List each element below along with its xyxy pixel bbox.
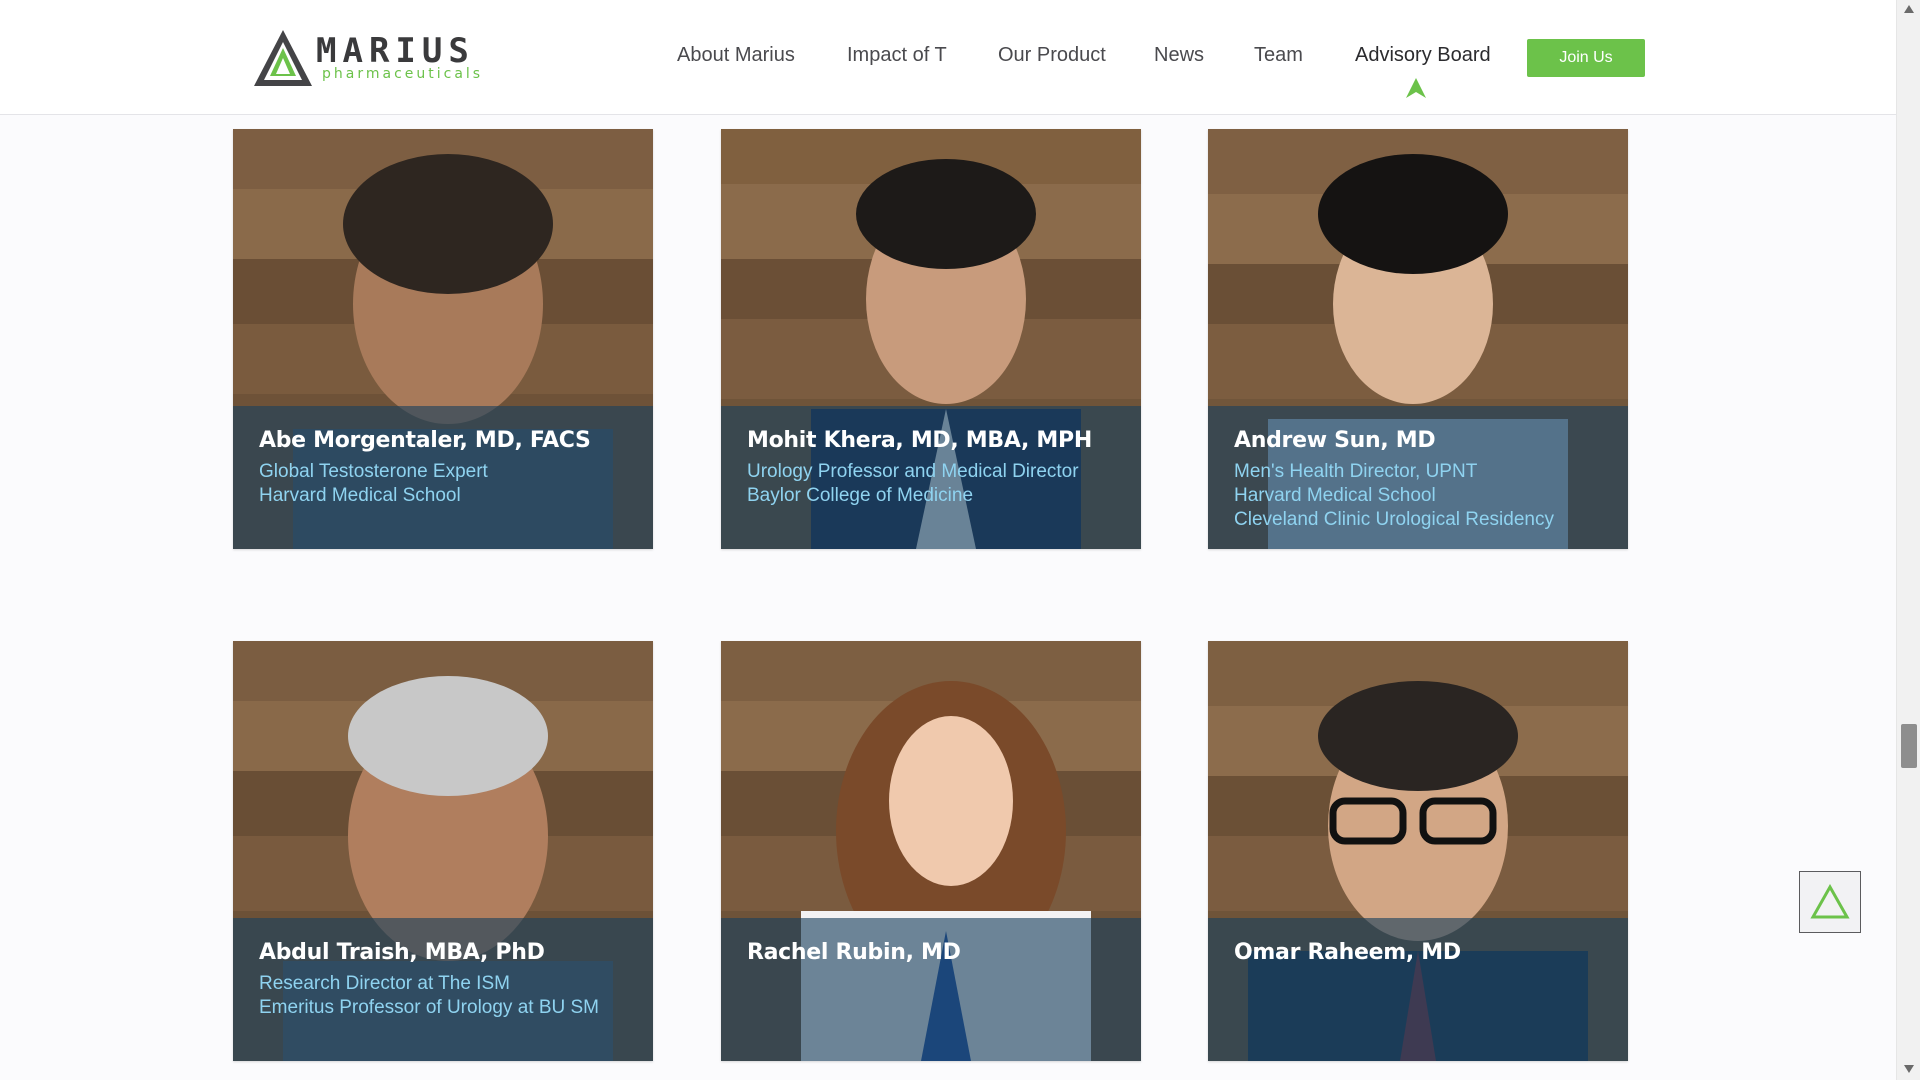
logo-subtitle: pharmaceuticals <box>322 66 484 82</box>
advisor-caption: Rachel Rubin, MD <box>721 918 1141 1061</box>
advisor-role: Research Director at The ISM Emeritus Pr… <box>259 972 627 1020</box>
advisor-caption: Abe Morgentaler, MD, FACS Global Testost… <box>233 406 653 549</box>
advisor-role-line: Harvard Medical School <box>1234 485 1436 506</box>
site-header: MARIUS pharmaceuticals About Marius Impa… <box>0 0 1896 115</box>
advisor-name: Abe Morgentaler, MD, FACS <box>259 428 591 453</box>
page: MARIUS pharmaceuticals About Marius Impa… <box>0 0 1920 1080</box>
scroll-up-arrow-icon[interactable] <box>1903 4 1915 14</box>
advisor-card[interactable]: Mohit Khera, MD, MBA, MPH Urology Profes… <box>721 129 1141 549</box>
advisor-card[interactable]: Omar Raheem, MD <box>1208 641 1628 1061</box>
nav-item-about[interactable]: About Marius <box>677 44 795 67</box>
advisor-role-line: Global Testosterone Expert <box>259 461 488 482</box>
active-nav-triangle-icon <box>1406 78 1426 98</box>
advisor-name: Mohit Khera, MD, MBA, MPH <box>747 428 1092 453</box>
scroll-to-top-button[interactable] <box>1799 871 1861 933</box>
advisor-name: Omar Raheem, MD <box>1234 940 1461 965</box>
advisor-role-line: Cleveland Clinic Urological Residency <box>1234 509 1554 530</box>
triangle-up-icon <box>1810 884 1850 919</box>
advisor-role: Urology Professor and Medical Director B… <box>747 460 1115 508</box>
join-us-button[interactable]: Join Us <box>1527 39 1645 77</box>
nav-item-product[interactable]: Our Product <box>998 44 1106 67</box>
advisor-name: Rachel Rubin, MD <box>747 940 961 965</box>
advisor-name: Abdul Traish, MBA, PhD <box>259 940 545 965</box>
scroll-down-arrow-icon[interactable] <box>1903 1064 1915 1074</box>
advisor-role-line: Men's Health Director, UPNT <box>1234 461 1478 482</box>
logo-text: MARIUS pharmaceuticals <box>316 34 483 81</box>
advisor-role-line: Research Director at The ISM <box>259 973 510 994</box>
advisor-caption: Abdul Traish, MBA, PhD Research Director… <box>233 918 653 1061</box>
advisor-caption: Mohit Khera, MD, MBA, MPH Urology Profes… <box>721 406 1141 549</box>
nav-item-advisory-board[interactable]: Advisory Board <box>1355 44 1491 67</box>
advisor-name: Andrew Sun, MD <box>1234 428 1436 453</box>
logo[interactable]: MARIUS pharmaceuticals <box>252 28 492 88</box>
logo-mark-icon <box>254 30 312 86</box>
logo-word: MARIUS <box>316 31 475 71</box>
advisor-role-line: Harvard Medical School <box>259 485 461 506</box>
advisor-card[interactable]: Abe Morgentaler, MD, FACS Global Testost… <box>233 129 653 549</box>
nav-item-team[interactable]: Team <box>1254 44 1303 67</box>
advisor-caption: Omar Raheem, MD <box>1208 918 1628 1061</box>
advisor-caption: Andrew Sun, MD Men's Health Director, UP… <box>1208 406 1628 549</box>
advisor-role: Global Testosterone Expert Harvard Medic… <box>259 460 627 508</box>
advisor-role-line: Urology Professor and Medical Director <box>747 461 1079 482</box>
scrollbar-thumb[interactable] <box>1901 724 1917 768</box>
nav-item-impact[interactable]: Impact of T <box>847 44 947 67</box>
advisor-card[interactable]: Rachel Rubin, MD <box>721 641 1141 1061</box>
advisor-role-line: Baylor College of Medicine <box>747 485 974 506</box>
advisor-card[interactable]: Abdul Traish, MBA, PhD Research Director… <box>233 641 653 1061</box>
vertical-scrollbar[interactable] <box>1896 0 1920 1080</box>
advisor-card[interactable]: Andrew Sun, MD Men's Health Director, UP… <box>1208 129 1628 549</box>
advisor-role: Men's Health Director, UPNT Harvard Medi… <box>1234 460 1602 532</box>
advisor-role-line: Emeritus Professor of Urology at BU SM <box>259 997 599 1018</box>
nav-item-news[interactable]: News <box>1154 44 1204 67</box>
